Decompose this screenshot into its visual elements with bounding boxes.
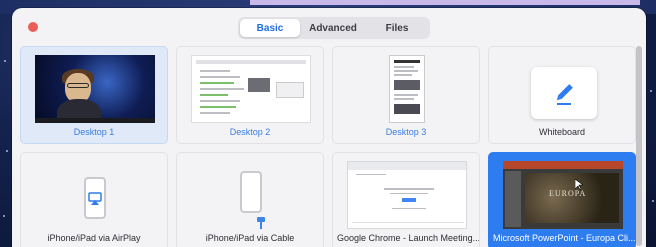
share-item-label: Google Chrome - Launch Meeting... bbox=[337, 233, 479, 243]
share-item-powerpoint[interactable]: EUROPA Microsoft PowerPoint - Europa Cli… bbox=[488, 152, 636, 247]
desktop-1-thumbnail bbox=[35, 55, 155, 123]
background-star bbox=[3, 215, 5, 217]
desktop-top-bar bbox=[250, 0, 640, 5]
pencil-icon bbox=[556, 84, 573, 105]
background-star bbox=[6, 150, 8, 152]
share-item-desktop-2[interactable]: Desktop 2 bbox=[176, 46, 324, 144]
desktop-2-thumbnail bbox=[191, 55, 311, 123]
whiteboard-thumbnail bbox=[503, 55, 623, 123]
share-item-label: Microsoft PowerPoint - Europa Cli... bbox=[493, 233, 635, 243]
cable-thumbnail bbox=[191, 161, 311, 229]
vertical-scrollbar[interactable] bbox=[636, 46, 642, 246]
close-window-button[interactable] bbox=[28, 22, 38, 32]
share-item-label: Desktop 2 bbox=[229, 127, 271, 137]
share-tabs: Basic Advanced Files bbox=[238, 17, 430, 39]
share-item-desktop-1[interactable]: Desktop 1 bbox=[20, 46, 168, 144]
background-star bbox=[652, 200, 654, 202]
share-item-label: iPhone/iPad via Cable bbox=[205, 233, 295, 243]
background-star bbox=[4, 60, 6, 62]
airplay-thumbnail bbox=[35, 161, 155, 229]
share-item-chrome[interactable]: Google Chrome - Launch Meeting... bbox=[332, 152, 480, 247]
share-screen-dialog: Basic Advanced Files Desktop 1 Desktop 2… bbox=[12, 8, 646, 247]
powerpoint-thumbnail: EUROPA bbox=[503, 161, 623, 229]
share-item-label: iPhone/iPad via AirPlay bbox=[47, 233, 141, 243]
desktop-3-thumbnail bbox=[347, 55, 467, 123]
share-item-whiteboard[interactable]: Whiteboard bbox=[488, 46, 636, 144]
share-item-label: Desktop 3 bbox=[385, 127, 427, 137]
share-item-label: Desktop 1 bbox=[73, 127, 115, 137]
airplay-icon bbox=[88, 192, 102, 205]
share-item-desktop-3[interactable]: Desktop 3 bbox=[332, 46, 480, 144]
share-item-airplay[interactable]: iPhone/iPad via AirPlay bbox=[20, 152, 168, 247]
tab-basic[interactable]: Basic bbox=[240, 19, 300, 37]
tab-advanced[interactable]: Advanced bbox=[300, 19, 366, 37]
share-item-cable[interactable]: iPhone/iPad via Cable bbox=[176, 152, 324, 247]
share-item-label: Whiteboard bbox=[538, 127, 586, 137]
background-star bbox=[650, 90, 652, 92]
chrome-thumbnail bbox=[347, 161, 467, 229]
mouse-cursor-icon bbox=[575, 179, 583, 191]
tab-files[interactable]: Files bbox=[366, 19, 428, 37]
cable-line bbox=[260, 221, 262, 229]
